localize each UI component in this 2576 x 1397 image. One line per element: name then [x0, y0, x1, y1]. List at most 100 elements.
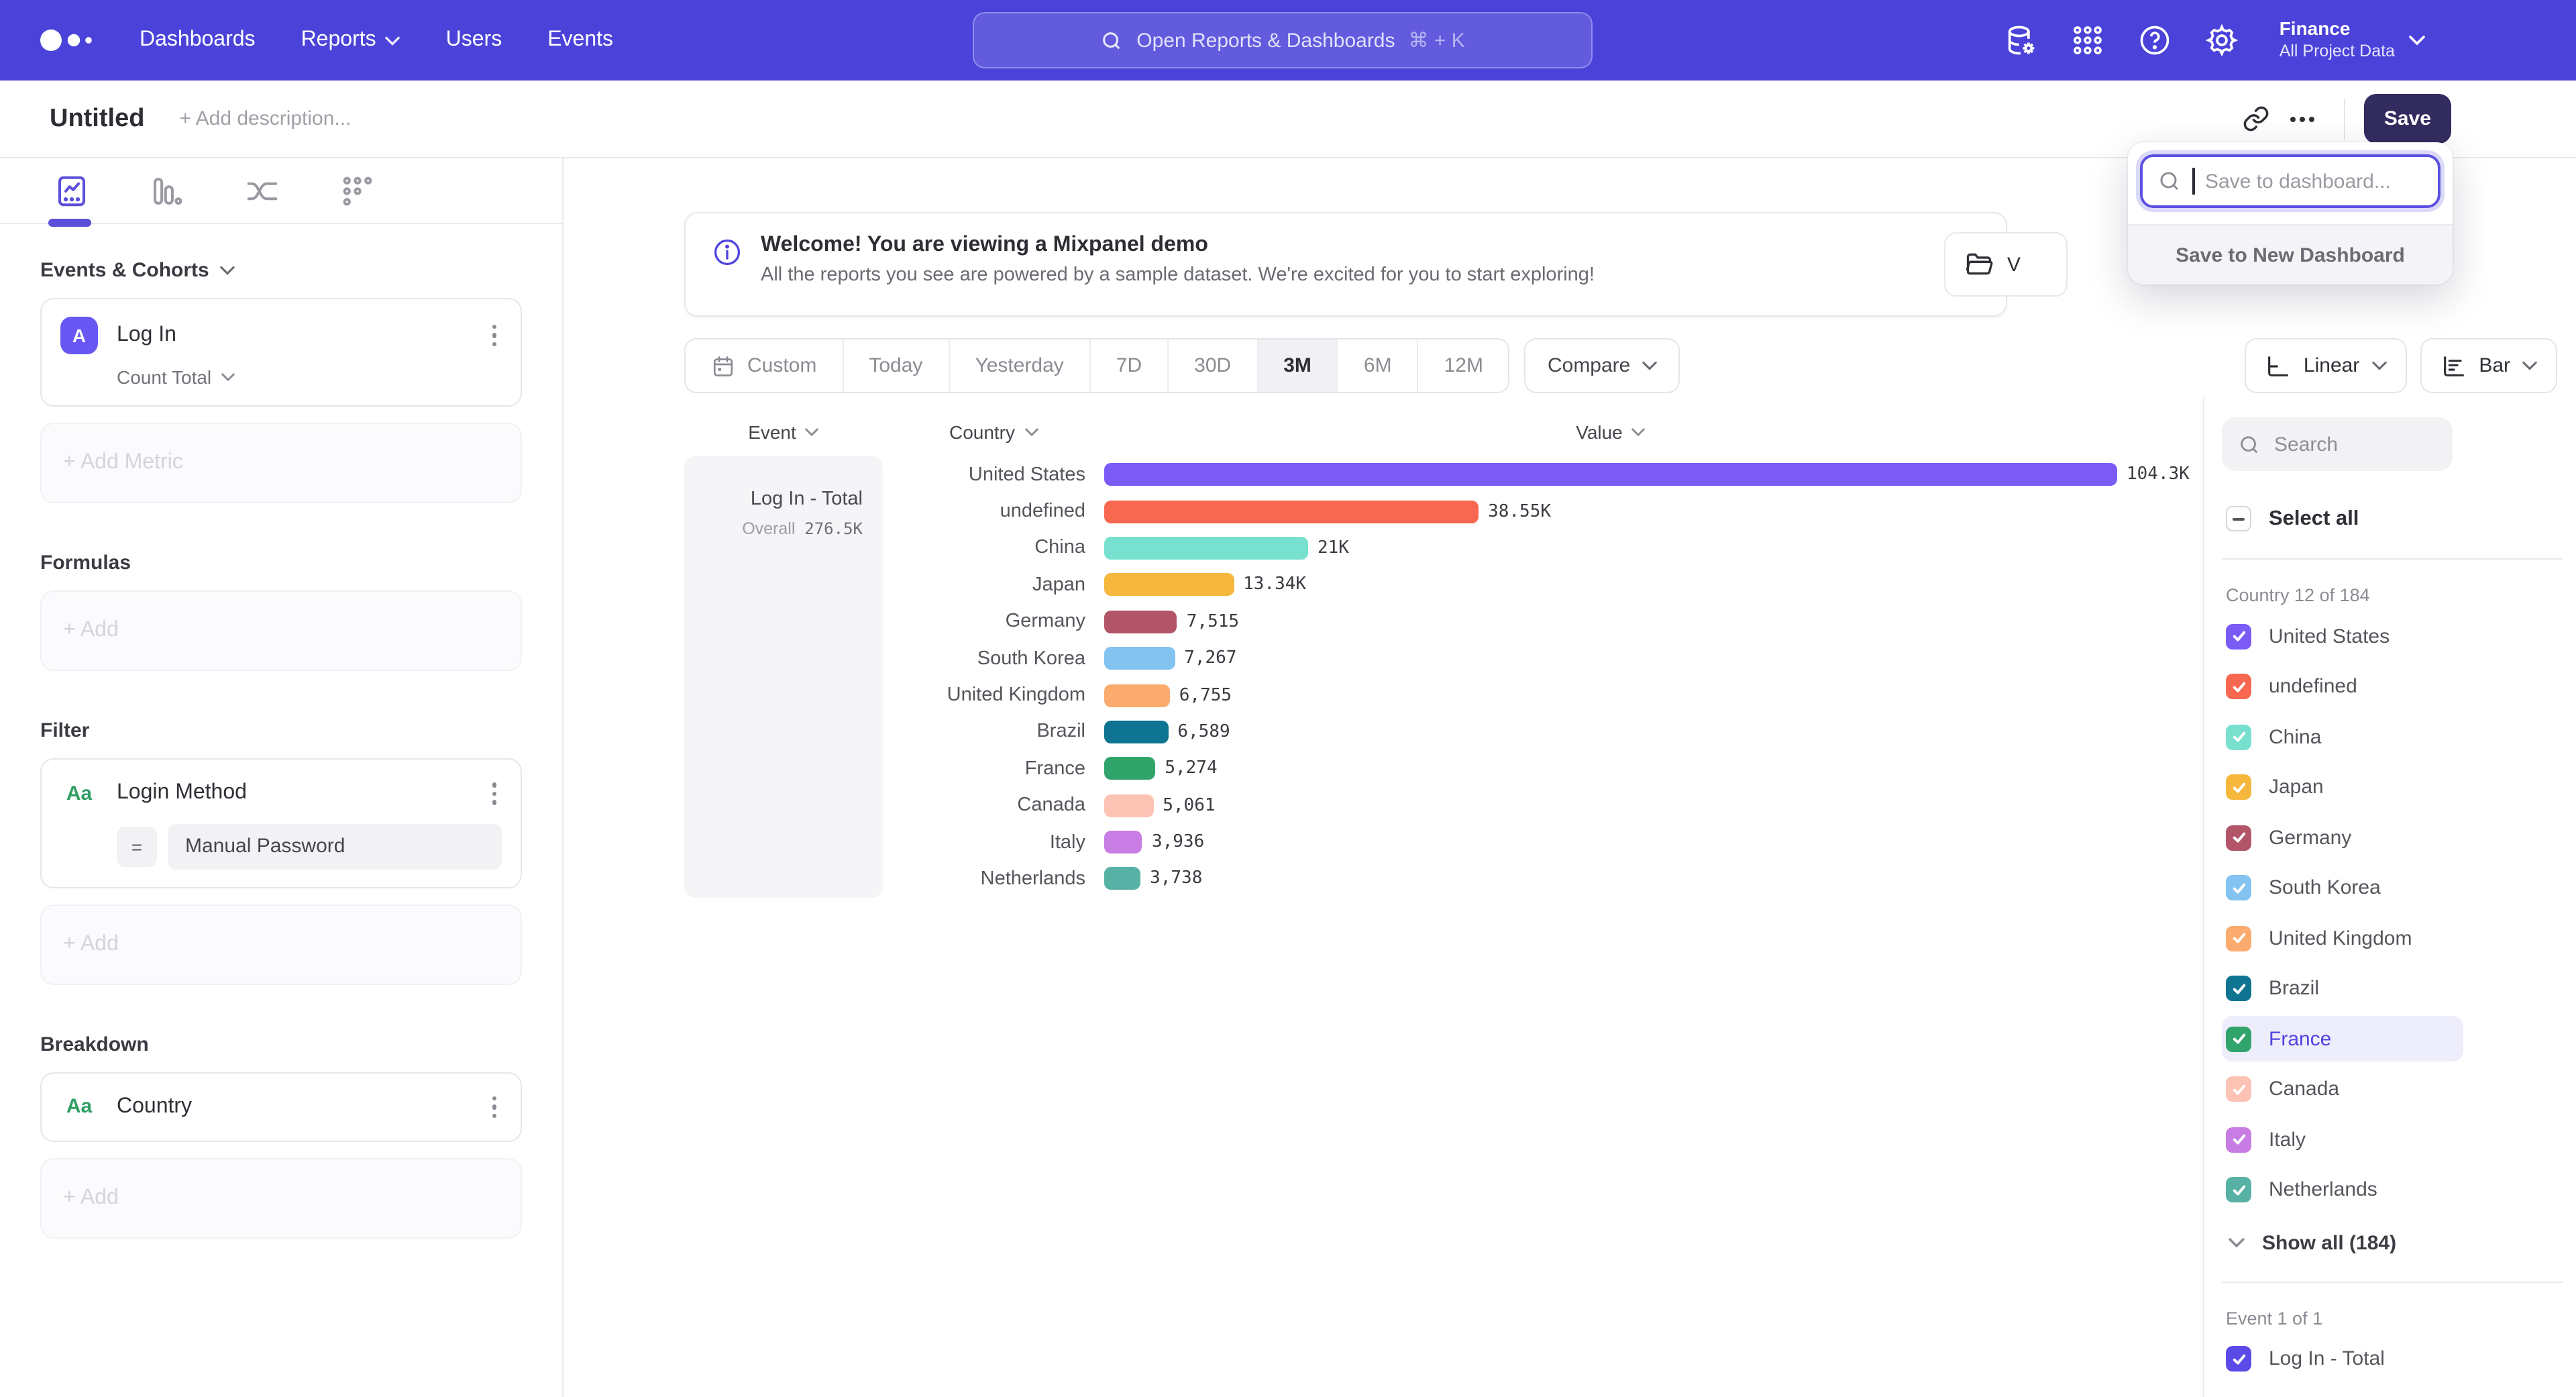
range-6m[interactable]: 6M: [1338, 340, 1419, 392]
checkbox[interactable]: [2226, 875, 2251, 900]
country-filter-united-states[interactable]: United States: [2222, 613, 2463, 659]
bar[interactable]: [1104, 868, 1140, 890]
checkbox[interactable]: [2226, 1026, 2251, 1051]
bar[interactable]: [1104, 831, 1142, 853]
help-icon[interactable]: [2137, 23, 2172, 58]
country-filter-canada[interactable]: Canada: [2222, 1066, 2463, 1112]
breakdown-card-country[interactable]: Aa Country: [40, 1072, 522, 1142]
range-3m[interactable]: 3M: [1258, 340, 1338, 392]
chart-row-undefined: undefined38.55K: [883, 493, 2190, 530]
metric-menu-button[interactable]: [486, 319, 502, 352]
checkbox[interactable]: [2226, 674, 2251, 699]
metric-event-name[interactable]: Log In: [117, 323, 486, 348]
checkbox[interactable]: [2226, 774, 2251, 800]
show-all-toggle[interactable]: Show all (184): [2229, 1231, 2576, 1254]
bar[interactable]: [1104, 611, 1177, 633]
breakdown-property-name[interactable]: Country: [117, 1095, 486, 1119]
country-filter-united-kingdom[interactable]: United Kingdom: [2222, 915, 2463, 961]
country-filter-france[interactable]: France: [2222, 1016, 2463, 1062]
panel-search-input[interactable]: Search: [2222, 417, 2453, 471]
tab-retention[interactable]: [339, 172, 376, 209]
column-header-value[interactable]: Value: [1104, 421, 2117, 443]
add-metric-button[interactable]: + Add Metric: [40, 423, 522, 503]
events-section-header[interactable]: Events & Cohorts: [40, 259, 522, 282]
breakdown-menu-button[interactable]: [486, 1090, 502, 1123]
country-filter-south-korea[interactable]: South Korea: [2222, 865, 2463, 911]
range-7d[interactable]: 7D: [1091, 340, 1169, 392]
bar[interactable]: [1104, 647, 1175, 670]
bar[interactable]: [1104, 463, 2117, 486]
add-formula-button[interactable]: + Add: [40, 590, 522, 671]
range-today[interactable]: Today: [843, 340, 949, 392]
add-breakdown-button[interactable]: + Add: [40, 1158, 522, 1239]
country-filter-china[interactable]: China: [2222, 714, 2463, 760]
checkbox[interactable]: [2226, 825, 2251, 850]
scale-dropdown[interactable]: Linear: [2245, 338, 2406, 393]
country-filter-brazil[interactable]: Brazil: [2222, 966, 2463, 1011]
nav-item-dashboards[interactable]: Dashboards: [140, 28, 256, 52]
banner-view-button[interactable]: V: [1944, 232, 2068, 297]
global-search-button[interactable]: Open Reports & Dashboards ⌘ + K: [973, 12, 1593, 68]
tab-insights[interactable]: [54, 172, 90, 209]
folder-icon: [1964, 250, 1994, 279]
checkbox[interactable]: [2226, 1177, 2251, 1202]
apps-grid-icon[interactable]: [2070, 23, 2105, 58]
filter-value-dropdown[interactable]: Manual Password: [168, 823, 502, 869]
mixpanel-logo-icon[interactable]: [38, 25, 99, 55]
nav-item-users[interactable]: Users: [446, 28, 502, 52]
save-dashboard-search-input[interactable]: Save to dashboard...: [2140, 154, 2440, 208]
range-30d[interactable]: 30D: [1169, 340, 1258, 392]
nav-right: Finance All Project Data: [2003, 0, 2426, 81]
project-switcher[interactable]: Finance All Project Data: [2279, 18, 2426, 62]
settings-gear-icon[interactable]: [2204, 23, 2239, 58]
range-custom[interactable]: Custom: [686, 340, 843, 392]
checkbox[interactable]: [2226, 925, 2251, 951]
select-all-checkbox[interactable]: [2226, 506, 2251, 531]
add-description-field[interactable]: + Add description...: [179, 107, 351, 130]
country-filter-japan[interactable]: Japan: [2222, 764, 2463, 810]
country-filter-germany[interactable]: Germany: [2222, 815, 2463, 860]
range-12m[interactable]: 12M: [1419, 340, 1509, 392]
bar[interactable]: [1104, 684, 1170, 707]
save-button[interactable]: Save: [2364, 94, 2451, 144]
bar[interactable]: [1104, 794, 1153, 817]
checkbox[interactable]: [2226, 623, 2251, 649]
bar[interactable]: [1104, 574, 1234, 597]
column-header-event[interactable]: Event: [684, 421, 883, 443]
filter-property-name[interactable]: Login Method: [117, 782, 486, 806]
data-management-icon[interactable]: [2003, 23, 2038, 58]
nav-item-events[interactable]: Events: [547, 28, 613, 52]
copy-link-button[interactable]: [2234, 96, 2279, 142]
filter-menu-button[interactable]: [486, 777, 502, 810]
more-actions-button[interactable]: [2279, 96, 2325, 142]
range-yesterday[interactable]: Yesterday: [949, 340, 1090, 392]
nav-item-reports[interactable]: Reports: [301, 28, 400, 52]
chart-type-dropdown[interactable]: Bar: [2420, 338, 2557, 393]
checkbox[interactable]: [2226, 1127, 2251, 1152]
bar[interactable]: [1104, 500, 1479, 523]
filter-card-login-method[interactable]: Aa Login Method = Manual Password: [40, 758, 522, 888]
report-title[interactable]: Untitled: [50, 104, 144, 134]
add-filter-button[interactable]: + Add: [40, 904, 522, 984]
bar[interactable]: [1104, 537, 1308, 560]
metric-aggregation-dropdown[interactable]: Count Total: [117, 366, 502, 388]
bar[interactable]: [1104, 721, 1168, 743]
country-filter-netherlands[interactable]: Netherlands: [2222, 1167, 2463, 1212]
bar[interactable]: [1104, 758, 1155, 780]
checkbox[interactable]: [2226, 724, 2251, 749]
column-header-country[interactable]: Country: [883, 421, 1104, 443]
compare-dropdown[interactable]: Compare: [1525, 338, 1680, 393]
save-to-new-dashboard-button[interactable]: Save to New Dashboard: [2128, 224, 2453, 284]
metric-card-log-in[interactable]: A Log In Count Total: [40, 298, 522, 407]
select-all-row[interactable]: Select all: [2226, 506, 2576, 531]
filter-operator-dropdown[interactable]: =: [117, 826, 157, 866]
country-filter-italy[interactable]: Italy: [2222, 1117, 2463, 1162]
checkbox[interactable]: [2226, 1076, 2251, 1102]
event-filter-log-in-total[interactable]: Log In - Total: [2222, 1336, 2463, 1382]
checkbox[interactable]: [2226, 976, 2251, 1001]
tab-funnels[interactable]: [149, 172, 185, 209]
event-series-cell[interactable]: Log In - Total Overall 276.5K: [684, 456, 883, 898]
country-filter-undefined[interactable]: undefined: [2222, 664, 2463, 709]
tab-flows[interactable]: [244, 172, 280, 209]
checkbox[interactable]: [2226, 1346, 2251, 1372]
